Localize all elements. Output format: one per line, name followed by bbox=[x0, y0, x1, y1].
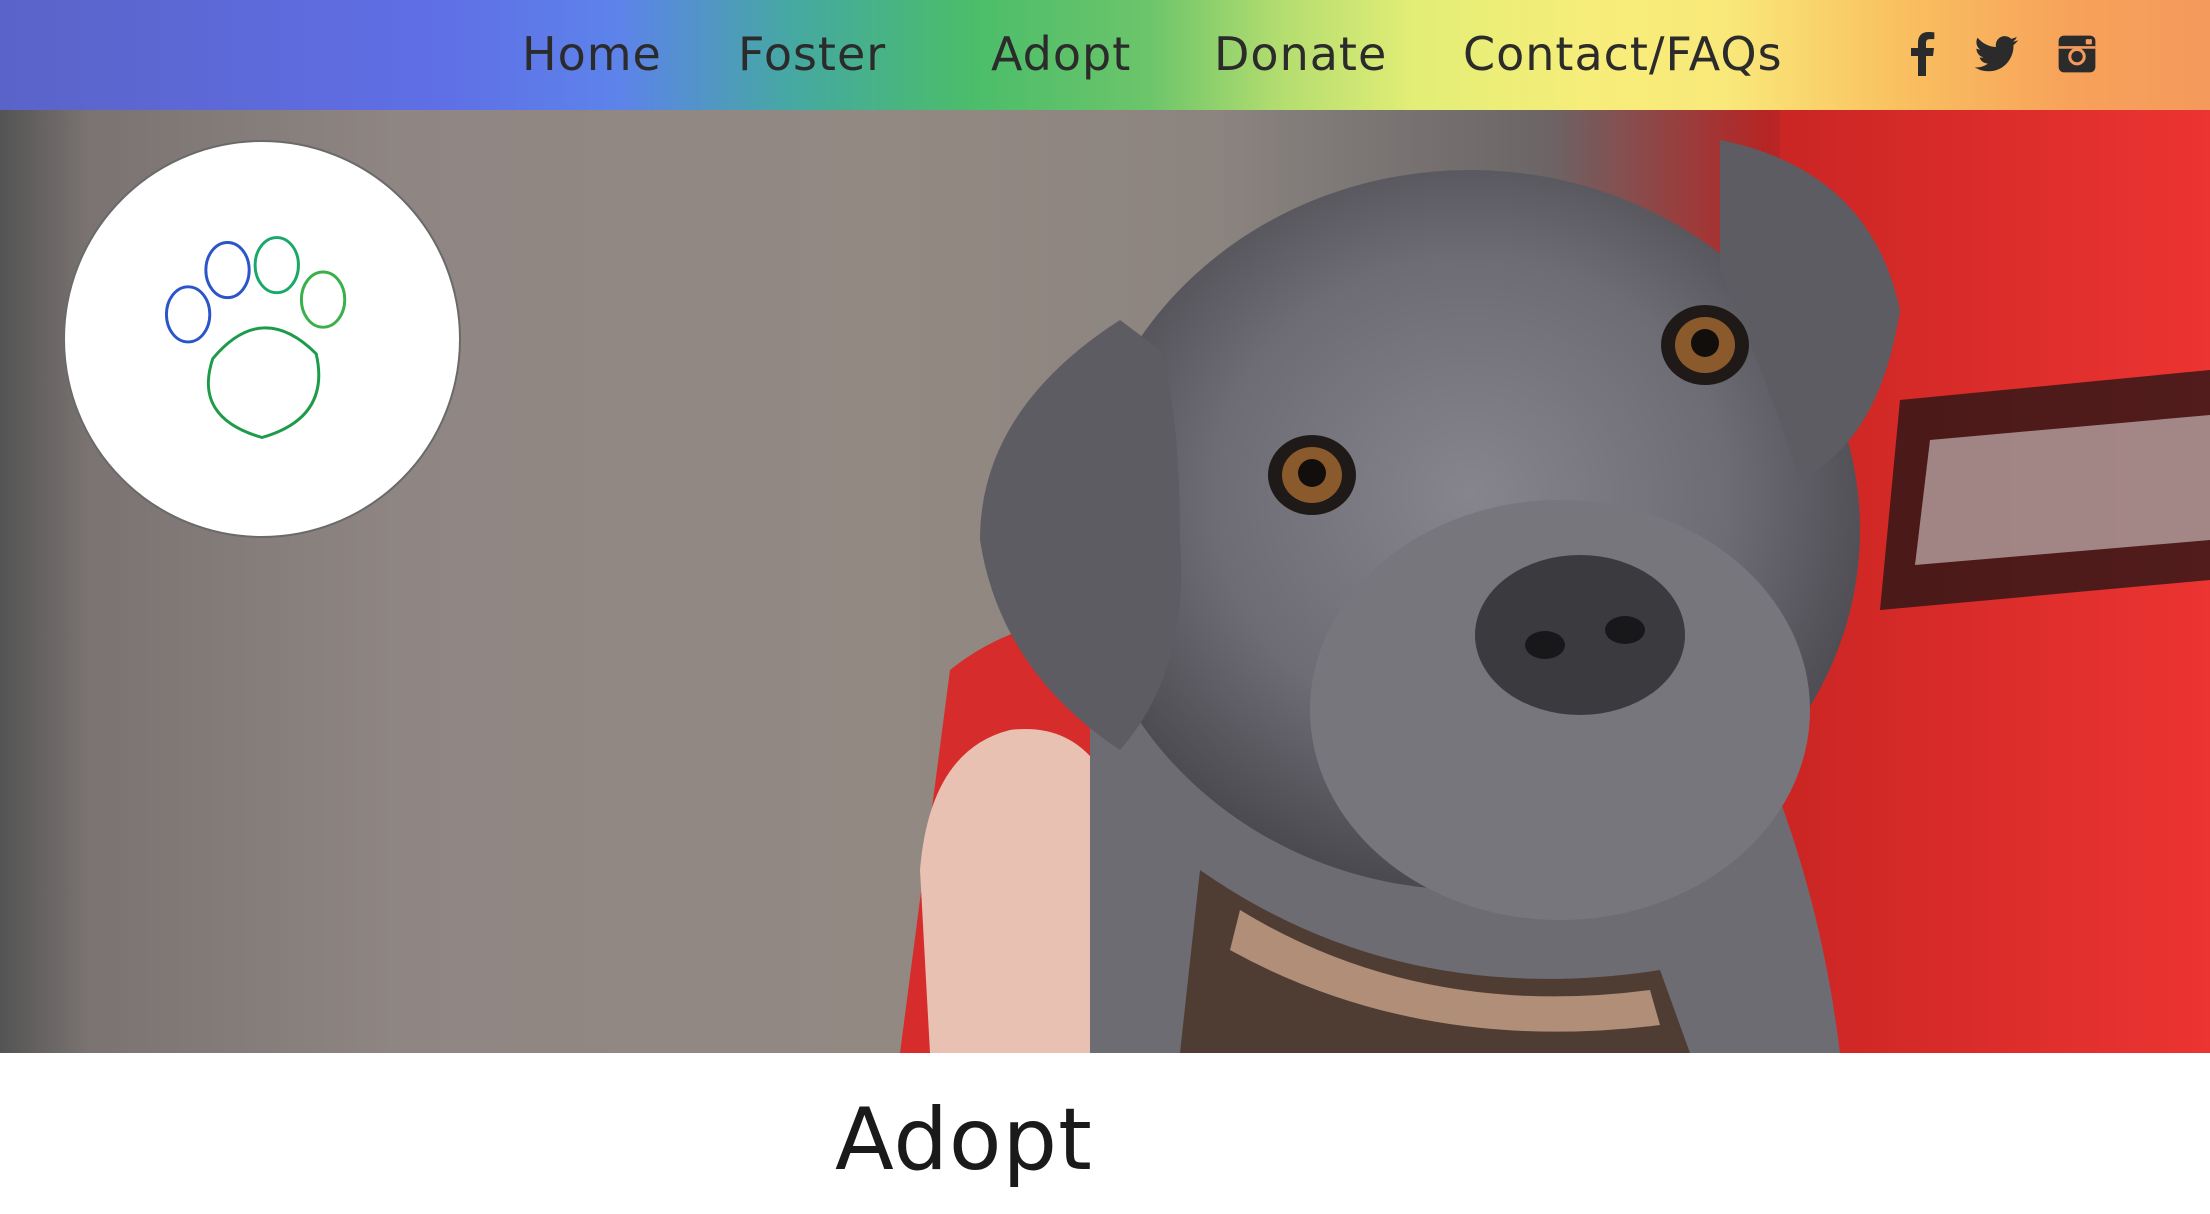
nav-item-home[interactable]: Home bbox=[522, 24, 662, 84]
facebook-icon[interactable] bbox=[1898, 30, 1948, 78]
rescue-logo[interactable] bbox=[63, 140, 461, 538]
nav-item-adopt[interactable]: Adopt bbox=[991, 24, 1131, 84]
nav-item-contact-faqs[interactable]: Contact/FAQs bbox=[1463, 24, 1783, 84]
nav-item-donate[interactable]: Donate bbox=[1214, 24, 1387, 84]
instagram-icon[interactable] bbox=[2056, 30, 2098, 78]
zia-paw-emblem bbox=[78, 155, 446, 523]
twitter-icon[interactable] bbox=[1970, 30, 2022, 78]
nav-item-foster[interactable]: Foster bbox=[738, 24, 886, 84]
page-title: Adopt bbox=[835, 1090, 1093, 1190]
hero-image bbox=[0, 110, 2210, 1053]
top-navigation-bar: Home Foster Adopt Donate Contact/FAQs bbox=[0, 0, 2210, 110]
